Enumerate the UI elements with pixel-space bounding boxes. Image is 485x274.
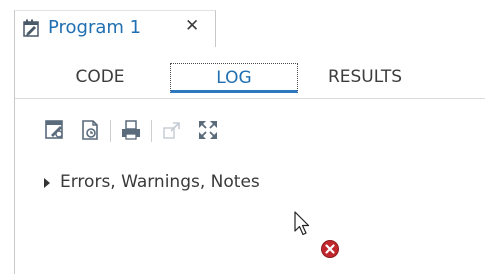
log-section-label: Errors, Warnings, Notes bbox=[60, 172, 260, 192]
view-tabs: CODE LOG RESULTS bbox=[15, 55, 485, 99]
open-in-new-window-icon[interactable] bbox=[160, 118, 184, 142]
maximize-icon[interactable] bbox=[196, 118, 220, 142]
toolbar-separator bbox=[110, 120, 111, 142]
save-log-icon[interactable] bbox=[43, 118, 67, 142]
tab-results[interactable]: RESULTS bbox=[310, 63, 420, 93]
print-icon[interactable] bbox=[119, 118, 143, 142]
toolbar-separator bbox=[151, 120, 152, 142]
log-toolbar bbox=[15, 112, 485, 148]
program-window: Program 1 ✕ CODE LOG RESULTS Errors, War… bbox=[0, 0, 485, 274]
expand-arrow-icon[interactable] bbox=[44, 178, 50, 188]
error-icon[interactable] bbox=[320, 239, 340, 259]
save-as-icon[interactable] bbox=[78, 118, 102, 142]
mouse-pointer-icon bbox=[294, 211, 312, 237]
program-tab[interactable]: Program 1 ✕ bbox=[14, 10, 216, 47]
tab-code[interactable]: CODE bbox=[50, 63, 150, 93]
program-icon bbox=[23, 19, 41, 37]
program-tab-title: Program 1 bbox=[48, 17, 142, 38]
close-icon[interactable]: ✕ bbox=[185, 16, 199, 36]
tab-log[interactable]: LOG bbox=[170, 63, 298, 93]
document-tab-strip: Program 1 ✕ bbox=[0, 0, 485, 47]
tabs-divider bbox=[15, 98, 485, 99]
